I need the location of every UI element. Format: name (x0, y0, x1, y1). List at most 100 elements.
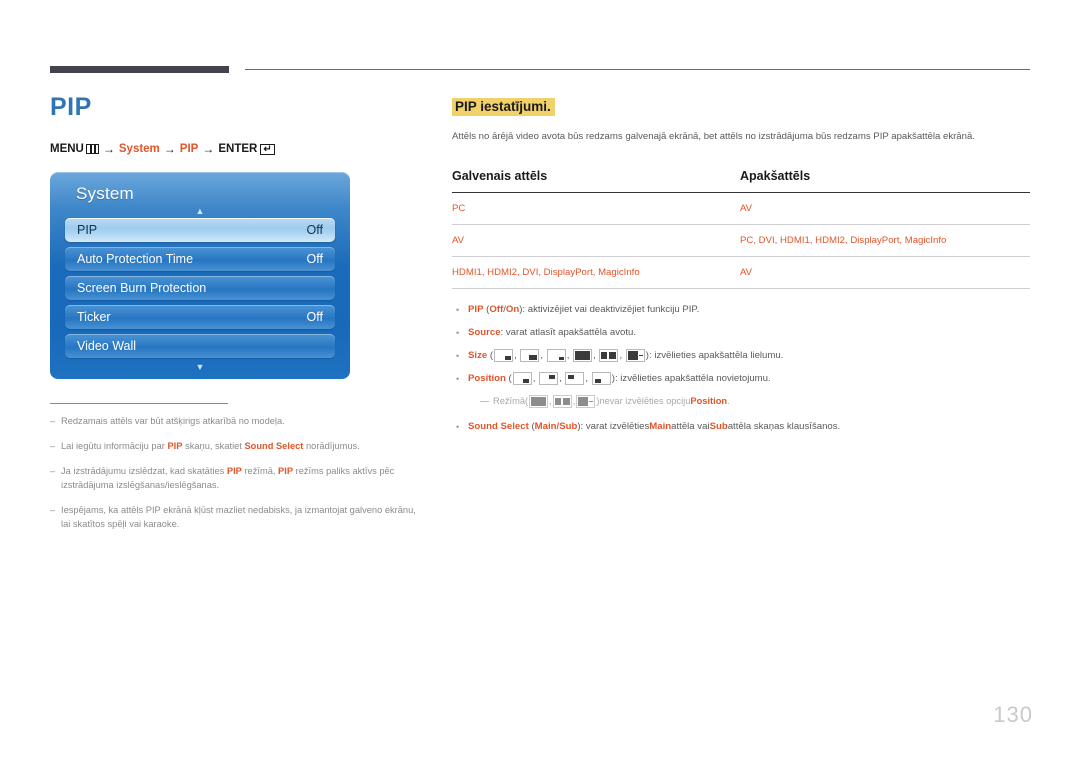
menu-path-pip: PIP (179, 143, 199, 155)
osd-scroll-up-icon[interactable]: ▲ (50, 207, 350, 217)
page-number: 130 (993, 702, 1033, 727)
pip-pos-bottom-right-icon (512, 372, 532, 385)
footnote-text: skaņu, skatiet (182, 441, 245, 451)
mode-restriction-note: Režīmā (, , ) nevar izvēlēties opciju Po… (480, 394, 1032, 409)
pip-split-even-icon (529, 395, 549, 408)
option-value-sub-2: Sub (709, 421, 728, 432)
osd-scroll-down-icon[interactable]: ▼ (50, 363, 350, 373)
osd-item-pip[interactable]: PIP Off (65, 218, 335, 242)
pip-size-medium-icon (520, 349, 540, 362)
footnote-item: – Iespējams, ka attēls PIP ekrānā kļūst … (50, 503, 420, 531)
table-row: HDMI1, HDMI2, DVI, DisplayPort, MagicInf… (452, 256, 1030, 289)
footnote-dash: – (50, 416, 56, 426)
footnote-item: – Lai iegūtu informāciju par PIP skaņu, … (50, 439, 420, 453)
osd-item-value: Off (306, 252, 323, 266)
option-value-main-2: Main (649, 421, 672, 432)
table-header-main-picture: Galvenais attēls (452, 169, 740, 193)
menu-path-menu-label: MENU (50, 143, 84, 155)
option-description: ): varat izvēlēties (577, 421, 650, 432)
option-value-on: On (505, 304, 520, 315)
paren-open: ( (525, 396, 529, 406)
footnote-list: – Redzamais attēls var būt atšķirigs atk… (50, 414, 420, 531)
footnote-text: Redzamais attēls var būt atšķirigs atkar… (61, 416, 285, 426)
table-row: AV PC, DVI, HDMI1, HDMI2, DisplayPort, M… (452, 224, 1030, 257)
arrow-icon-2: → (163, 142, 176, 156)
osd-panel-title: System (76, 184, 134, 203)
option-description: ): aktivizējiet vai deaktivizējiet funkc… (519, 304, 700, 315)
footnote-emphasis: PIP (226, 466, 242, 476)
menu-path-system: System (118, 143, 160, 155)
note-lead-text: Režīmā (493, 396, 526, 406)
note-middle-text: nevar izvēlēties opciju (599, 396, 691, 406)
osd-item-label: Video Wall (77, 339, 137, 353)
table-header-row: Galvenais attēls Apakšattēls (452, 169, 1030, 193)
pip-pos-top-left-icon (565, 372, 585, 385)
table-cell-main: HDMI1, HDMI2, DVI, DisplayPort, MagicInf… (452, 256, 740, 289)
footnote-text: norādījumus. (303, 441, 360, 451)
table-cell-sub: AV (740, 256, 1030, 289)
option-description: attēla skaņas klausīšanos. (727, 421, 841, 432)
option-label-sound-select: Sound Select (468, 421, 529, 432)
table-cell-main: AV (452, 224, 740, 257)
osd-item-video-wall[interactable]: Video Wall (65, 334, 335, 358)
table-cell-sub: AV (740, 192, 1030, 225)
option-label-source: Source (468, 327, 501, 338)
pip-source-table: Galvenais attēls Apakšattēls PC AV AV PC… (452, 169, 1030, 289)
bullet-item-sound-select: • Sound Select (Main / Sub): varat izvēlēt… (452, 419, 1032, 434)
pip-pos-top-right-icon (539, 372, 559, 385)
note-dash-icon (480, 401, 489, 402)
pip-split-even-icon (573, 349, 593, 362)
pip-split-narrow-icon (599, 349, 619, 362)
osd-system-menu-panel[interactable]: System ▲ PIP Off Auto Protection Time Of… (50, 172, 350, 379)
bullet-dot-icon: • (456, 305, 460, 315)
option-label-pip: PIP (468, 304, 484, 315)
option-description: : izvēlieties apakšattēla lielumu. (649, 350, 784, 361)
pip-split-narrow-icon (552, 395, 572, 408)
option-description: : varat atlasīt apakšattēla avotu. (500, 327, 636, 338)
menu-path-enter-label: ENTER (218, 143, 258, 155)
pip-size-tiny-icon (546, 349, 566, 362)
pip-split-wide-icon (625, 349, 645, 362)
footnote-dash: – (50, 505, 56, 515)
option-label-position: Position (468, 373, 506, 384)
left-column: PIP MENU → System → PIP → ENTER ↵ System… (50, 95, 420, 542)
footnote-item: – Redzamais attēls var būt atšķirigs atk… (50, 414, 420, 428)
footnote-text: Lai iegūtu informāciju par (61, 441, 168, 451)
osd-item-ticker[interactable]: Ticker Off (65, 305, 335, 329)
footnote-text: Ja izstrādājumu izslēdzat, kad skatāties (61, 466, 227, 476)
pip-options-list: • PIP (Off / On): aktivizējiet vai deaktiv… (452, 302, 1032, 434)
footnote-emphasis: PIP (278, 466, 294, 476)
osd-item-auto-protection-time[interactable]: Auto Protection Time Off (65, 247, 335, 271)
option-label-size: Size (468, 350, 488, 361)
bullet-item-pip: • PIP (Off / On): aktivizējiet vai deaktiv… (452, 302, 1032, 317)
osd-item-label: Screen Burn Protection (77, 281, 207, 295)
note-period: . (727, 396, 730, 406)
osd-menu-list: PIP Off Auto Protection Time Off Screen … (50, 217, 350, 358)
option-value-off: Off (489, 304, 504, 315)
pip-split-wide-icon (576, 395, 596, 408)
osd-item-value: Off (306, 310, 323, 324)
footnote-divider (50, 403, 228, 404)
bullet-dot-icon: • (456, 374, 460, 384)
footnote-dash: – (50, 466, 56, 476)
option-value-sub: Sub (559, 421, 578, 432)
paren-open: ( (487, 350, 494, 361)
header-rule-line (245, 69, 1030, 70)
pip-pos-bottom-left-icon (591, 372, 611, 385)
osd-item-value: Off (306, 223, 323, 237)
note-option-label: Position (690, 396, 728, 406)
bullet-item-source: • Source: varat atlasīt apakšattēla avot… (452, 325, 1032, 340)
option-description: attēla vai (671, 421, 710, 432)
bullet-dot-icon: • (456, 351, 460, 361)
table-cell-main: PC (452, 192, 740, 225)
arrow-icon-1: → (102, 142, 115, 156)
osd-item-screen-burn-protection[interactable]: Screen Burn Protection (65, 276, 335, 300)
header-accent-bar (50, 66, 229, 73)
right-column: PIP iestatījumi. Attēls no ārējā video a… (452, 98, 1032, 442)
menu-grid-icon (85, 144, 99, 154)
table-header-sub-picture: Apakšattēls (740, 169, 1030, 193)
option-description: : izvēlieties apakšattēla novietojumu. (614, 373, 771, 384)
footnote-dash: – (50, 441, 56, 451)
section-intro-text: Attēls no ārējā video avota būs redzams … (452, 131, 975, 142)
footnote-text: Iespējams, ka attēls PIP ekrānā kļūst ma… (61, 505, 416, 529)
